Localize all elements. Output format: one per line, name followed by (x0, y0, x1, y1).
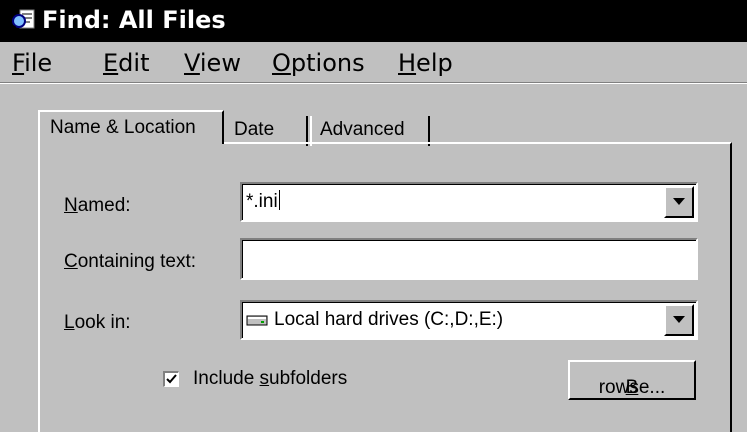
containing-text-label: Containing text: (64, 251, 197, 272)
tab-label: Name & Location (50, 117, 196, 138)
look-in-dropdown-button[interactable] (664, 304, 694, 336)
look-in-combobox[interactable]: Local hard drives (C:,D:,E:) (240, 300, 698, 340)
named-label: Named: (64, 195, 131, 216)
chevron-down-icon (673, 198, 685, 205)
look-in-value: Local hard drives (C:,D:,E:) (246, 308, 503, 332)
chevron-down-icon (673, 316, 685, 323)
menu-bar: File Edit View Options Help (0, 42, 747, 82)
menu-help[interactable]: Help (398, 48, 453, 78)
menu-file[interactable]: File (12, 48, 52, 78)
tab-name-location[interactable]: Name & Location (38, 110, 224, 144)
named-combobox[interactable]: *.ini (240, 182, 698, 222)
menu-view[interactable]: View (184, 48, 241, 78)
menu-options[interactable]: Options (272, 48, 365, 78)
menu-edit[interactable]: Edit (103, 48, 149, 78)
named-dropdown-button[interactable] (664, 186, 694, 218)
containing-text-input[interactable] (240, 238, 698, 280)
text-caret (278, 190, 280, 210)
hard-drive-icon (246, 315, 268, 326)
title-bar[interactable]: Find: All Files (0, 0, 747, 42)
window-title: Find: All Files (42, 6, 226, 34)
include-subfolders-label[interactable]: Include subfolders (193, 367, 347, 391)
browse-button[interactable]: Browse... (568, 360, 696, 400)
find-files-icon (10, 9, 35, 33)
named-value: *.ini (246, 190, 280, 212)
include-subfolders-checkbox[interactable] (163, 371, 179, 387)
tab-label: Date (234, 119, 275, 140)
tab-label: Advanced (320, 119, 405, 140)
menu-separator (0, 82, 747, 84)
look-in-label: Look in: (64, 312, 131, 333)
checkmark-icon (166, 374, 177, 384)
